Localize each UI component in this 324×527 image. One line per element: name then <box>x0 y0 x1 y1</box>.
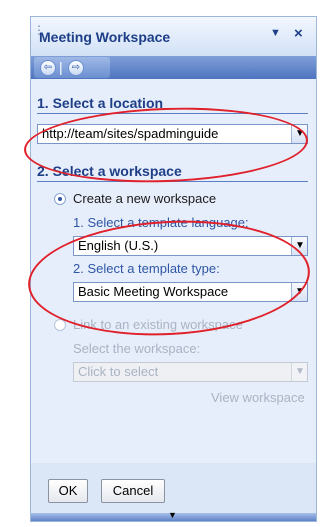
scroll-down-icon[interactable]: ▼ <box>168 510 177 520</box>
workspace-heading-rule <box>37 181 308 182</box>
template-type-dropdown-button[interactable]: ▼ <box>291 283 307 301</box>
chevron-down-icon: ▼ <box>295 128 305 139</box>
back-arrow-icon[interactable]: ⇦ <box>40 60 56 76</box>
chevron-down-icon: ▼ <box>295 366 305 377</box>
template-language-combobox[interactable]: English (U.S.) ▼ <box>73 236 308 256</box>
template-type-combobox[interactable]: Basic Meeting Workspace ▼ <box>73 282 308 302</box>
link-workspace-radio[interactable] <box>54 319 66 331</box>
create-workspace-radio[interactable] <box>54 193 66 205</box>
location-dropdown-button[interactable]: ▼ <box>291 125 307 143</box>
location-heading-rule <box>37 113 308 114</box>
pane-menu-dropdown-icon[interactable]: ▼ <box>270 27 281 39</box>
view-workspace-link[interactable]: View workspace <box>211 390 305 405</box>
pane-title-bar: ⋮ Meeting Workspace ▼ × <box>31 17 316 56</box>
template-language-value: English (U.S.) <box>78 238 159 253</box>
template-language-dropdown-button[interactable]: ▼ <box>291 237 307 255</box>
button-row: OK Cancel <box>31 463 316 515</box>
close-icon[interactable]: × <box>294 25 303 42</box>
location-combobox[interactable]: http://team/sites/spadminguide ▼ <box>37 124 308 144</box>
pane-title: Meeting Workspace <box>39 29 171 45</box>
select-workspace-label: Select the workspace: <box>73 341 201 356</box>
location-value: http://team/sites/spadminguide <box>42 126 219 141</box>
pane-content: 1. Select a location http://team/sites/s… <box>31 79 316 463</box>
select-workspace-combobox[interactable]: Click to select ▼ <box>73 362 308 382</box>
template-language-label: 1. Select a template language: <box>73 215 249 230</box>
chevron-down-icon: ▼ <box>295 240 305 251</box>
pane-scroll-bar[interactable]: ▼ <box>31 510 316 521</box>
select-workspace-value: Click to select <box>78 364 159 379</box>
navigation-bar: ⇦ | ⇨ <box>31 56 316 79</box>
workspace-heading: 2. Select a workspace <box>37 163 182 179</box>
template-type-value: Basic Meeting Workspace <box>78 284 229 299</box>
create-workspace-label: Create a new workspace <box>73 191 217 206</box>
navigation-group: ⇦ | ⇨ <box>34 57 110 78</box>
link-workspace-label: Link to an existing workspace <box>73 317 243 332</box>
select-workspace-dropdown-button[interactable]: ▼ <box>291 363 307 381</box>
chevron-down-icon: ▼ <box>295 286 305 297</box>
meeting-workspace-pane: ⋮ Meeting Workspace ▼ × ⇦ | ⇨ 1. Select … <box>30 16 317 522</box>
nav-separator: | <box>59 59 63 75</box>
location-heading: 1. Select a location <box>37 95 164 111</box>
forward-arrow-icon[interactable]: ⇨ <box>68 60 84 76</box>
cancel-button[interactable]: Cancel <box>101 479 165 503</box>
ok-button[interactable]: OK <box>48 479 88 503</box>
template-type-label: 2. Select a template type: <box>73 261 220 276</box>
drag-grip[interactable]: ⋮ <box>33 24 45 47</box>
